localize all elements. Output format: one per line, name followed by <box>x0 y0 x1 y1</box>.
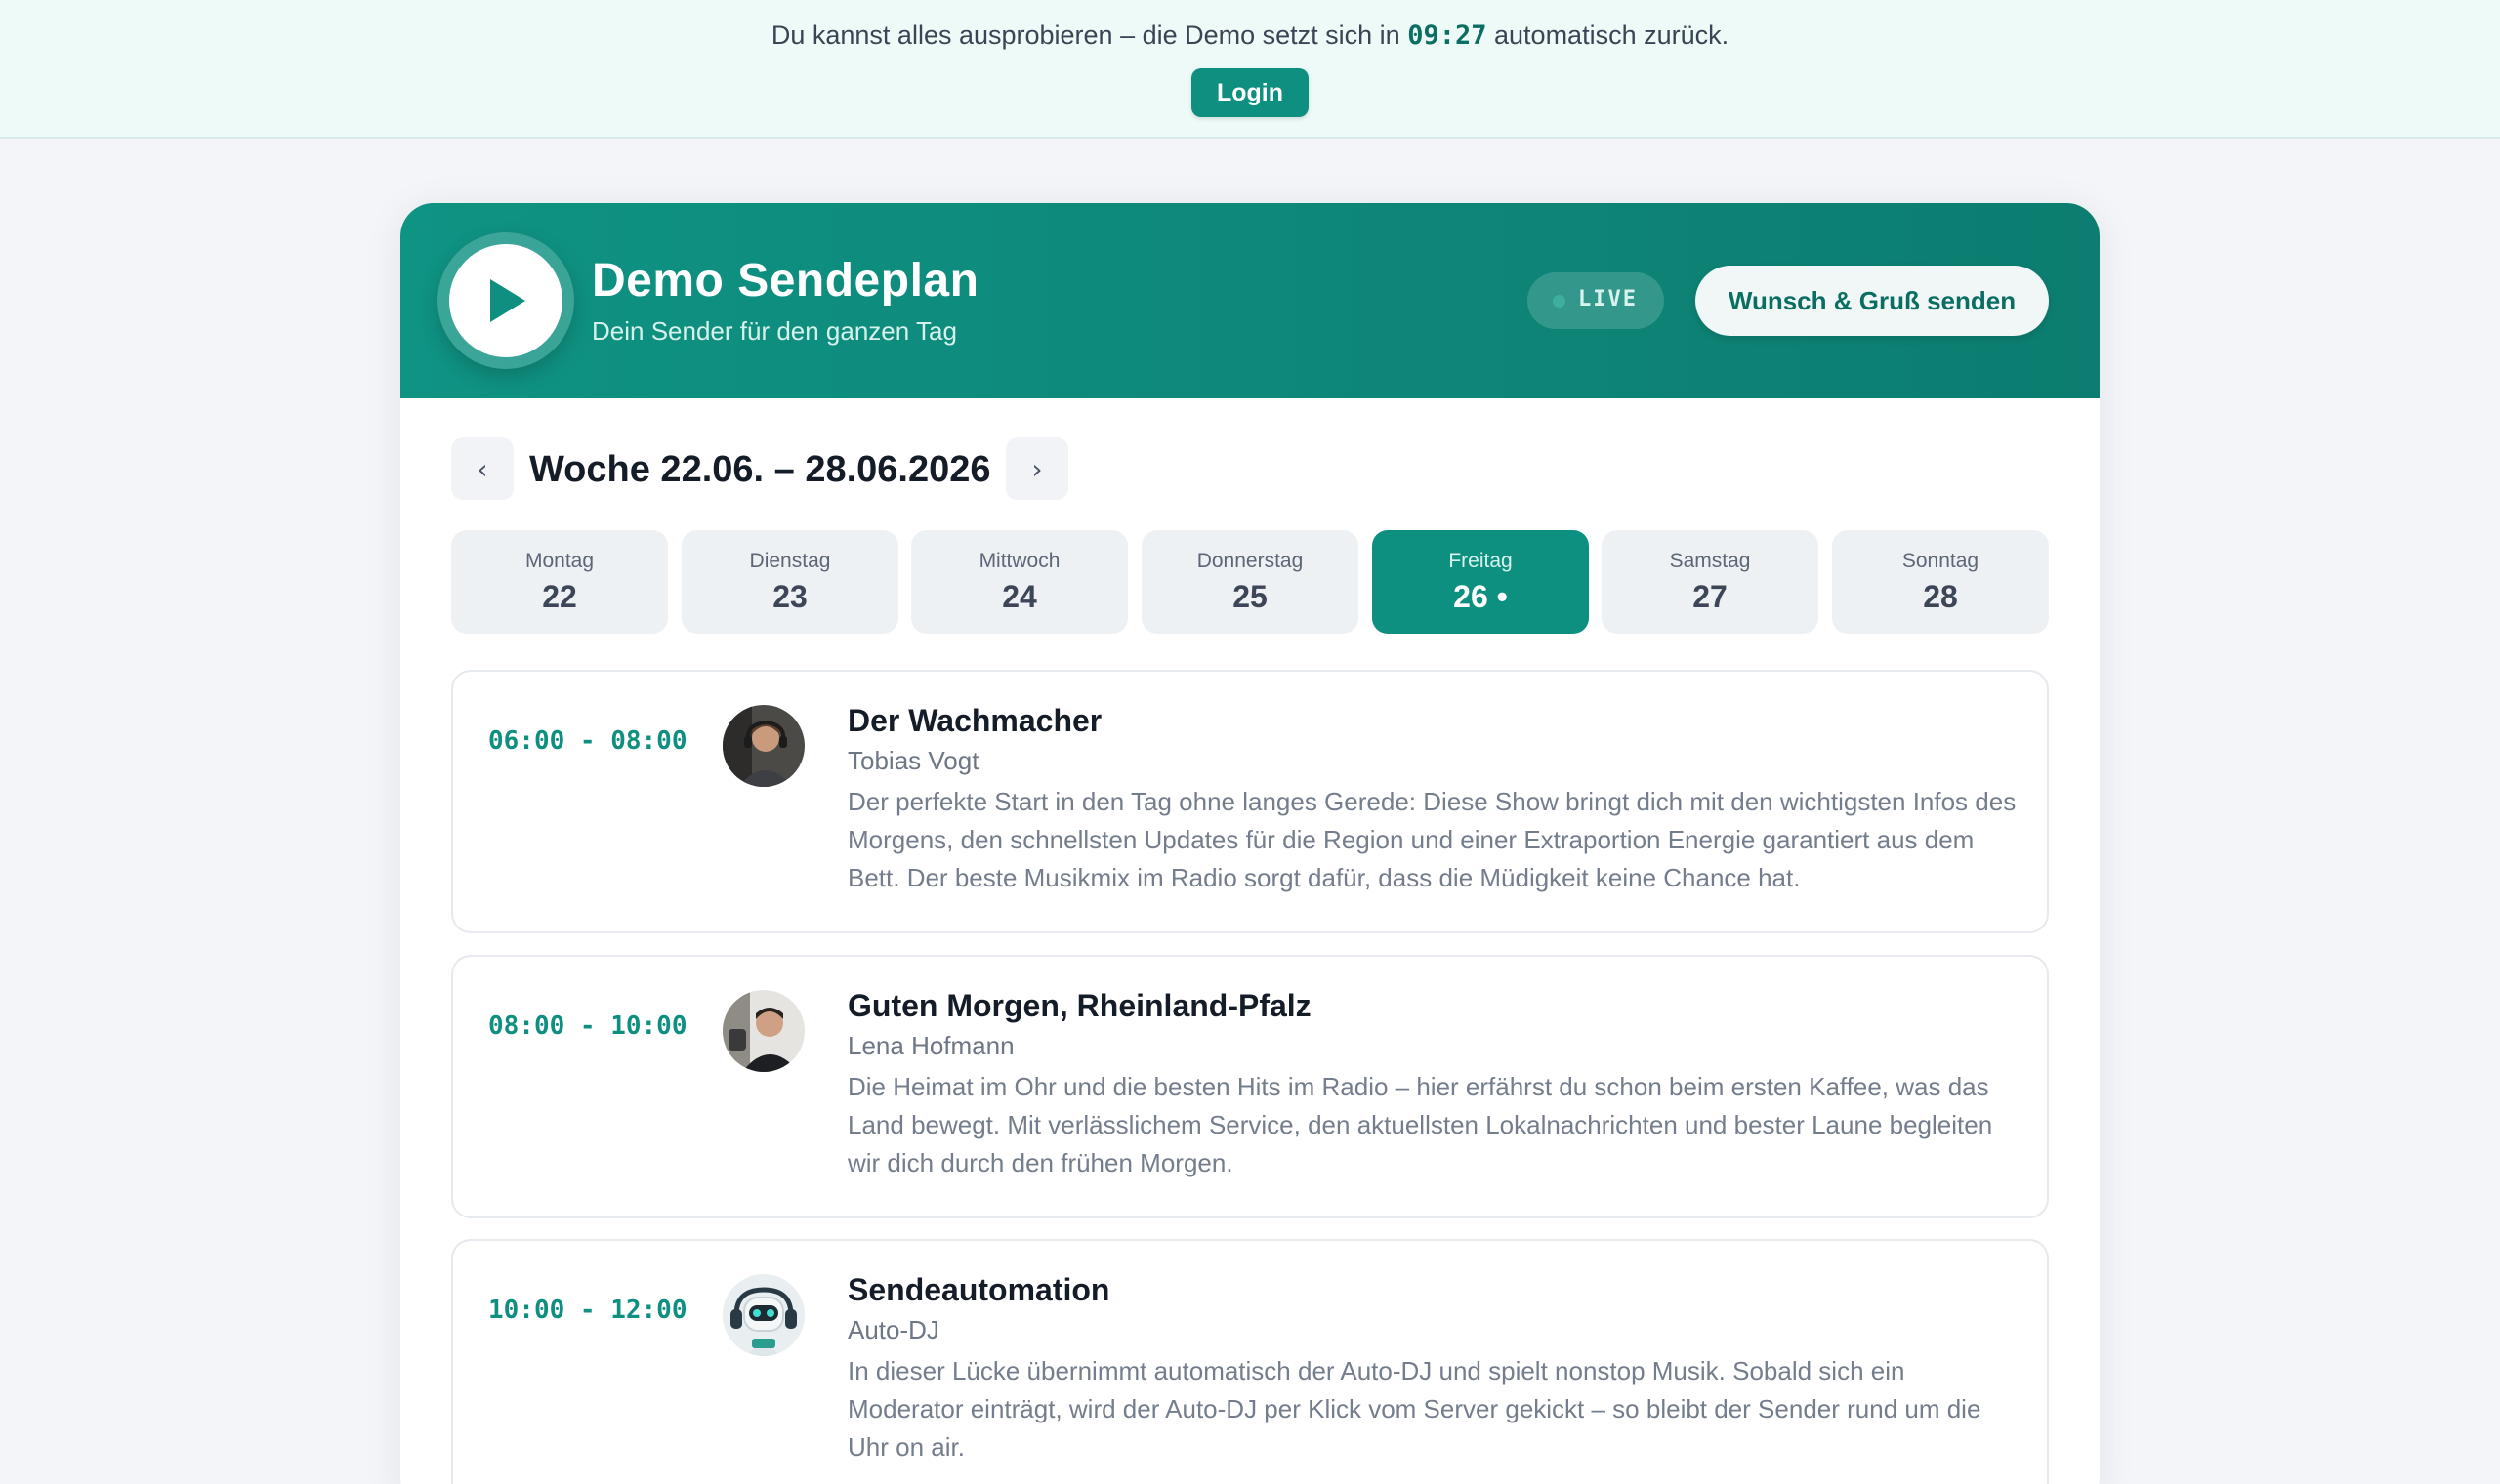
day-name: Sonntag <box>1901 550 1979 572</box>
play-button[interactable] <box>449 244 562 357</box>
play-icon <box>490 279 525 322</box>
show-description: Der perfekte Start in den Tag ohne lange… <box>848 787 2017 892</box>
day-name: Freitag <box>1448 550 1513 572</box>
station-subtitle: Dein Sender für den ganzen Tag <box>592 316 957 346</box>
prev-week-button[interactable]: ‹ <box>451 437 514 500</box>
send-wish-button[interactable]: Wunsch & Gruß senden <box>1695 266 2049 336</box>
day-tab-monday[interactable]: Montag 22 <box>451 530 668 634</box>
station-title: Demo Sendeplan <box>592 255 979 307</box>
day-name: Mittwoch <box>979 550 1061 572</box>
host-avatar <box>723 705 805 787</box>
show-time: 08:00 - 10:00 <box>488 1011 688 1041</box>
day-tab-tuesday[interactable]: Dienstag 23 <box>682 530 898 634</box>
demo-notice-after: automatisch zurück. <box>1494 21 1729 50</box>
demo-notice-before: Du kannst alles ausprobieren – die Demo … <box>771 21 1400 50</box>
day-name: Montag <box>524 550 595 572</box>
show-title: Der Wachmacher <box>848 703 1103 738</box>
show-title: Guten Morgen, Rheinland-Pfalz <box>848 988 1312 1023</box>
station-header: Demo Sendeplan Dein Sender für den ganze… <box>400 203 2100 398</box>
day-name: Samstag <box>1669 550 1751 572</box>
host-photo-icon <box>723 705 805 787</box>
schedule-card: Demo Sendeplan Dein Sender für den ganze… <box>400 203 2100 1484</box>
show-card[interactable]: 10:00 - 12:00 Sendeautomation Auto-DJ In… <box>451 1239 2049 1484</box>
week-navigation: ‹ Woche 22.06. – 28.06.2026 › <box>451 437 1135 500</box>
day-name: Donnerstag <box>1196 550 1304 572</box>
player-ring <box>438 232 574 369</box>
day-number: 22 <box>542 579 577 614</box>
day-tab-sunday[interactable]: Sonntag 28 <box>1832 530 2049 634</box>
host-avatar <box>723 990 805 1072</box>
day-number: 26 • <box>1453 579 1508 614</box>
show-time: 06:00 - 08:00 <box>488 726 688 756</box>
day-tab-saturday[interactable]: Samstag 27 <box>1602 530 1818 634</box>
show-host: Tobias Vogt <box>848 746 979 775</box>
show-description: In dieser Lücke übernimmt automatisch de… <box>848 1356 1981 1462</box>
show-description: Die Heimat im Ohr und die besten Hits im… <box>848 1072 1993 1177</box>
day-number: 27 <box>1692 579 1728 614</box>
week-title: Woche 22.06. – 28.06.2026 <box>529 449 991 490</box>
show-card[interactable]: 06:00 - 08:00 Der Wachmacher Tobias Vogt… <box>451 670 2049 933</box>
next-week-button[interactable]: › <box>1006 437 1068 500</box>
day-number: 24 <box>1002 579 1037 614</box>
day-number: 25 <box>1232 579 1268 614</box>
day-tab-thursday[interactable]: Donnerstag 25 <box>1142 530 1358 634</box>
show-title: Sendeautomation <box>848 1272 1110 1307</box>
show-time: 10:00 - 12:00 <box>488 1296 688 1325</box>
day-tab-friday[interactable]: Freitag 26 • <box>1372 530 1589 634</box>
live-dot-icon <box>1553 295 1565 308</box>
login-button[interactable]: Login <box>1191 68 1309 117</box>
robot-dj-icon <box>723 1274 805 1356</box>
day-tab-wednesday[interactable]: Mittwoch 24 <box>911 530 1128 634</box>
show-host: Lena Hofmann <box>848 1031 1015 1060</box>
day-number: 23 <box>772 579 808 614</box>
day-number: 28 <box>1923 579 1958 614</box>
auto-dj-avatar <box>723 1274 805 1356</box>
live-status-badge: LIVE <box>1527 272 1664 329</box>
live-label: LIVE <box>1578 287 1638 311</box>
show-card[interactable]: 08:00 - 10:00 Guten Morgen, Rheinland-Pf… <box>451 955 2049 1218</box>
host-photo-icon <box>723 990 805 1072</box>
demo-countdown: 09:27 <box>1407 21 1487 51</box>
day-name: Dienstag <box>749 550 831 572</box>
show-host: Auto-DJ <box>848 1315 939 1344</box>
demo-banner: Du kannst alles ausprobieren – die Demo … <box>0 0 2500 139</box>
day-selector: Montag 22 Dienstag 23 Mittwoch 24 Donner… <box>451 530 2049 634</box>
demo-reset-notice: Du kannst alles ausprobieren – die Demo … <box>0 18 2500 54</box>
